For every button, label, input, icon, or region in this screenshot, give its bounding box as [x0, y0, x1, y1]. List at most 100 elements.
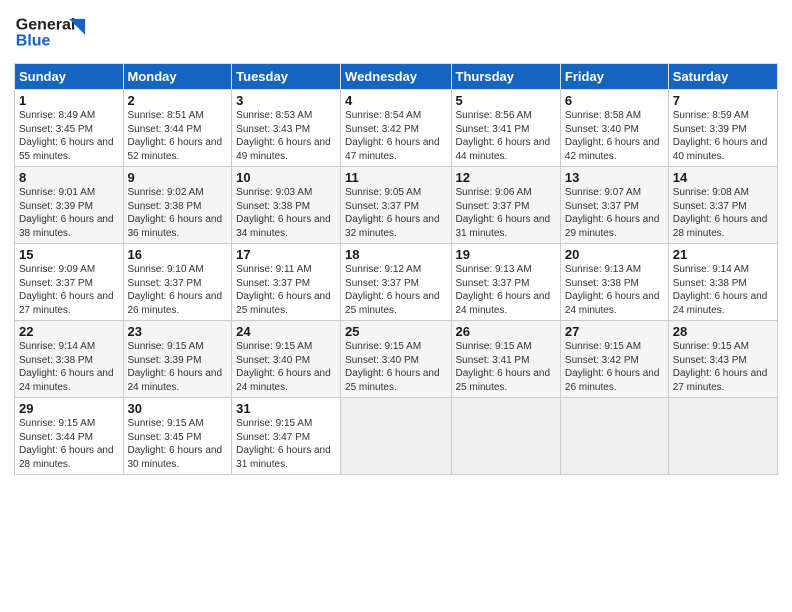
day-of-week-tuesday: Tuesday: [232, 64, 341, 90]
day-detail: Sunrise: 9:08 AMSunset: 3:37 PMDaylight:…: [673, 187, 768, 239]
day-of-week-wednesday: Wednesday: [341, 64, 451, 90]
calendar-week-5: 29 Sunrise: 9:15 AMSunset: 3:44 PMDayligh…: [15, 398, 778, 475]
calendar-day-27: 27 Sunrise: 9:15 AMSunset: 3:42 PMDayligh…: [560, 321, 668, 398]
calendar-day-15: 15Sunrise: 9:09 AMSunset: 3:37 PMDayligh…: [15, 244, 124, 321]
svg-text:General: General: [16, 17, 76, 34]
calendar-day-17: 17 Sunrise: 9:11 AMSunset: 3:37 PMDayligh…: [232, 244, 341, 321]
calendar-day-19: 19 Sunrise: 9:13 AMSunset: 3:37 PMDayligh…: [451, 244, 560, 321]
day-detail: Sunrise: 9:02 AMSunset: 3:38 PMDaylight:…: [128, 187, 223, 239]
calendar-day-24: 24Sunrise: 9:15 AMSunset: 3:40 PMDayligh…: [232, 321, 341, 398]
calendar-week-3: 15Sunrise: 9:09 AMSunset: 3:37 PMDayligh…: [15, 244, 778, 321]
empty-day: [560, 398, 668, 475]
calendar-week-2: 8 Sunrise: 9:01 AMSunset: 3:39 PMDaylight…: [15, 167, 778, 244]
day-detail: Sunrise: 9:11 AMSunset: 3:37 PMDaylight:…: [236, 264, 331, 316]
calendar-table: SundayMondayTuesdayWednesdayThursdayFrid…: [14, 63, 778, 475]
empty-day: [451, 398, 560, 475]
day-detail: Sunrise: 9:15 AMSunset: 3:39 PMDaylight:…: [128, 341, 223, 393]
day-detail: Sunrise: 9:10 AMSunset: 3:37 PMDaylight:…: [128, 264, 223, 316]
day-of-week-monday: Monday: [123, 64, 232, 90]
calendar-day-6: 6 Sunrise: 8:58 AMSunset: 3:40 PMDaylight…: [560, 90, 668, 167]
calendar-day-7: 7 Sunrise: 8:59 AMSunset: 3:39 PMDaylight…: [668, 90, 777, 167]
day-detail: Sunrise: 9:15 AMSunset: 3:40 PMDaylight:…: [236, 341, 331, 393]
day-number: 2: [128, 93, 228, 108]
calendar-day-13: 13 Sunrise: 9:07 AMSunset: 3:37 PMDayligh…: [560, 167, 668, 244]
day-detail: Sunrise: 9:14 AMSunset: 3:38 PMDaylight:…: [673, 264, 768, 316]
day-number: 29: [19, 401, 119, 416]
day-number: 19: [456, 247, 556, 262]
day-of-week-friday: Friday: [560, 64, 668, 90]
day-detail: Sunrise: 9:03 AMSunset: 3:38 PMDaylight:…: [236, 187, 331, 239]
calendar-day-30: 30 Sunrise: 9:15 AMSunset: 3:45 PMDayligh…: [123, 398, 232, 475]
day-detail: Sunrise: 9:15 AMSunset: 3:45 PMDaylight:…: [128, 418, 223, 470]
calendar-day-21: 21 Sunrise: 9:14 AMSunset: 3:38 PMDayligh…: [668, 244, 777, 321]
calendar-day-3: 3 Sunrise: 8:53 AMSunset: 3:43 PMDaylight…: [232, 90, 341, 167]
day-detail: Sunrise: 9:15 AMSunset: 3:47 PMDaylight:…: [236, 418, 331, 470]
calendar-day-10: 10Sunrise: 9:03 AMSunset: 3:38 PMDayligh…: [232, 167, 341, 244]
calendar-week-4: 22 Sunrise: 9:14 AMSunset: 3:38 PMDayligh…: [15, 321, 778, 398]
page: General Blue SundayMondayTuesdayWednesda…: [0, 0, 792, 485]
day-detail: Sunrise: 9:15 AMSunset: 3:44 PMDaylight:…: [19, 418, 114, 470]
day-number: 3: [236, 93, 336, 108]
logo: General Blue: [14, 10, 94, 55]
day-detail: Sunrise: 9:15 AMSunset: 3:40 PMDaylight:…: [345, 341, 440, 393]
calendar-body: 1Sunrise: 8:49 AMSunset: 3:45 PMDaylight…: [15, 90, 778, 475]
day-number: 22: [19, 324, 119, 339]
day-detail: Sunrise: 9:15 AMSunset: 3:41 PMDaylight:…: [456, 341, 551, 393]
calendar-day-2: 2Sunrise: 8:51 AMSunset: 3:44 PMDaylight…: [123, 90, 232, 167]
day-of-week-saturday: Saturday: [668, 64, 777, 90]
calendar-week-1: 1Sunrise: 8:49 AMSunset: 3:45 PMDaylight…: [15, 90, 778, 167]
day-number: 25: [345, 324, 446, 339]
day-number: 9: [128, 170, 228, 185]
day-number: 6: [565, 93, 664, 108]
day-detail: Sunrise: 9:15 AMSunset: 3:42 PMDaylight:…: [565, 341, 660, 393]
day-of-week-thursday: Thursday: [451, 64, 560, 90]
day-detail: Sunrise: 9:13 AMSunset: 3:37 PMDaylight:…: [456, 264, 551, 316]
day-detail: Sunrise: 9:14 AMSunset: 3:38 PMDaylight:…: [19, 341, 114, 393]
empty-day: [668, 398, 777, 475]
day-number: 17: [236, 247, 336, 262]
day-number: 15: [19, 247, 119, 262]
calendar-day-22: 22 Sunrise: 9:14 AMSunset: 3:38 PMDayligh…: [15, 321, 124, 398]
day-number: 20: [565, 247, 664, 262]
calendar-day-26: 26 Sunrise: 9:15 AMSunset: 3:41 PMDayligh…: [451, 321, 560, 398]
calendar-day-25: 25 Sunrise: 9:15 AMSunset: 3:40 PMDayligh…: [341, 321, 451, 398]
day-number: 21: [673, 247, 773, 262]
calendar-header: SundayMondayTuesdayWednesdayThursdayFrid…: [15, 64, 778, 90]
day-number: 12: [456, 170, 556, 185]
day-number: 4: [345, 93, 446, 108]
day-number: 5: [456, 93, 556, 108]
day-number: 1: [19, 93, 119, 108]
day-detail: Sunrise: 8:53 AMSunset: 3:43 PMDaylight:…: [236, 110, 331, 162]
day-number: 27: [565, 324, 664, 339]
day-number: 18: [345, 247, 446, 262]
day-number: 14: [673, 170, 773, 185]
logo-svg: General Blue: [14, 10, 94, 50]
day-number: 30: [128, 401, 228, 416]
calendar-day-18: 18 Sunrise: 9:12 AMSunset: 3:37 PMDayligh…: [341, 244, 451, 321]
day-number: 28: [673, 324, 773, 339]
empty-day: [341, 398, 451, 475]
day-detail: Sunrise: 9:13 AMSunset: 3:38 PMDaylight:…: [565, 264, 660, 316]
days-of-week-row: SundayMondayTuesdayWednesdayThursdayFrid…: [15, 64, 778, 90]
day-detail: Sunrise: 9:06 AMSunset: 3:37 PMDaylight:…: [456, 187, 551, 239]
day-number: 11: [345, 170, 446, 185]
calendar-day-23: 23Sunrise: 9:15 AMSunset: 3:39 PMDayligh…: [123, 321, 232, 398]
day-detail: Sunrise: 8:58 AMSunset: 3:40 PMDaylight:…: [565, 110, 660, 162]
day-number: 13: [565, 170, 664, 185]
day-detail: Sunrise: 9:07 AMSunset: 3:37 PMDaylight:…: [565, 187, 660, 239]
day-number: 7: [673, 93, 773, 108]
calendar-day-16: 16Sunrise: 9:10 AMSunset: 3:37 PMDayligh…: [123, 244, 232, 321]
header: General Blue: [14, 10, 778, 55]
day-detail: Sunrise: 8:59 AMSunset: 3:39 PMDaylight:…: [673, 110, 768, 162]
day-number: 26: [456, 324, 556, 339]
day-number: 31: [236, 401, 336, 416]
day-detail: Sunrise: 9:12 AMSunset: 3:37 PMDaylight:…: [345, 264, 440, 316]
calendar-day-4: 4Sunrise: 8:54 AMSunset: 3:42 PMDaylight…: [341, 90, 451, 167]
day-detail: Sunrise: 9:01 AMSunset: 3:39 PMDaylight:…: [19, 187, 114, 239]
calendar-day-11: 11 Sunrise: 9:05 AMSunset: 3:37 PMDayligh…: [341, 167, 451, 244]
calendar-day-1: 1Sunrise: 8:49 AMSunset: 3:45 PMDaylight…: [15, 90, 124, 167]
calendar-day-29: 29 Sunrise: 9:15 AMSunset: 3:44 PMDayligh…: [15, 398, 124, 475]
day-detail: Sunrise: 9:05 AMSunset: 3:37 PMDaylight:…: [345, 187, 440, 239]
calendar-day-9: 9 Sunrise: 9:02 AMSunset: 3:38 PMDaylight…: [123, 167, 232, 244]
day-number: 8: [19, 170, 119, 185]
